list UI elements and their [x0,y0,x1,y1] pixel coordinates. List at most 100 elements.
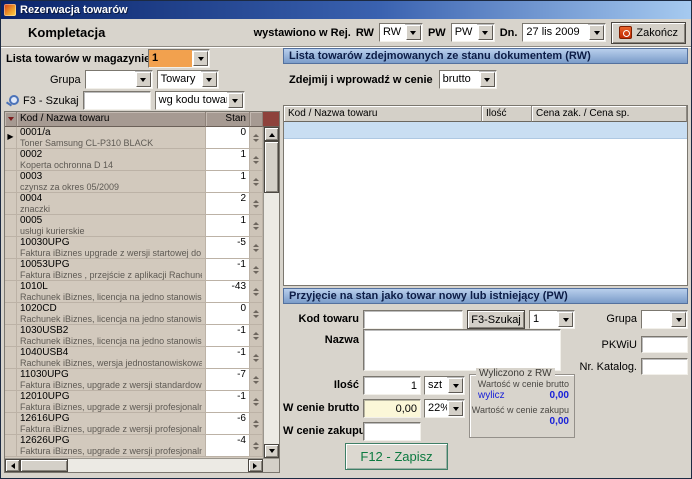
table-row[interactable]: 1010L Rachunek iBiznes, licencja na jedn… [5,281,263,303]
table-row[interactable]: 11030UPG Faktura iBiznes, upgrade z wers… [5,369,263,391]
product-cell[interactable]: 0002 Koperta ochronna D 14 [17,149,206,171]
warehouse-select[interactable]: 1 [148,49,210,68]
purchase-price-input[interactable] [363,422,421,441]
table-row[interactable]: 0005 usługi kurierskie 1 [5,215,263,237]
pw-group-select[interactable] [641,310,688,329]
row-spinner[interactable] [250,303,263,325]
quit-button[interactable]: Zakończ [611,22,686,44]
pw-register-select[interactable]: PW [451,23,495,42]
chevron-down-icon[interactable] [671,312,686,327]
row-spinner[interactable] [250,325,263,347]
sort-indicator-cell[interactable] [5,112,17,127]
scroll-up-button[interactable] [264,127,279,141]
row-spinner[interactable] [250,149,263,171]
gross-price-input[interactable] [363,399,421,418]
product-cell[interactable]: 11030UPG Faktura iBiznes, upgrade z wers… [17,369,206,391]
product-cell[interactable]: 10053UPG Faktura iBiznes , przejście z a… [17,259,206,281]
scroll-down-button[interactable] [264,444,279,458]
row-spinner[interactable] [250,259,263,281]
name-textarea[interactable] [363,329,561,371]
row-spinner[interactable] [250,281,263,303]
chevron-down-icon[interactable] [228,93,243,108]
column-header-stock[interactable]: Stan [206,112,250,127]
product-cell[interactable]: 0005 usługi kurierskie [17,215,206,237]
product-cell[interactable]: 12626UPG Faktura iBiznes, upgrade z wers… [17,435,206,457]
product-cell[interactable]: 10030UPG Faktura iBiznes upgrade z wersj… [17,237,206,259]
search-mode-select[interactable]: wg kodu towaru [155,91,245,110]
chevron-down-icon[interactable] [202,72,217,87]
horizontal-scrollbar[interactable] [5,458,279,472]
category-select[interactable]: Towary [157,70,219,89]
vat-select[interactable]: 22% [424,399,465,418]
product-cell[interactable]: 12010UPG Faktura iBiznes, upgrade z wers… [17,391,206,413]
save-button[interactable]: F12 - Zapisz [345,443,448,470]
chevron-down-icon[interactable] [406,25,421,40]
chevron-down-icon[interactable] [193,51,208,66]
table-row[interactable]: 12626UPG Faktura iBiznes, upgrade z wers… [5,435,263,457]
table-row[interactable]: 0004 znaczki 2 [5,193,263,215]
scroll-right-button[interactable] [248,459,263,472]
price-mode-select[interactable]: brutto [439,70,497,89]
vertical-scrollbar[interactable] [263,127,279,458]
group-select[interactable] [85,70,153,89]
table-row[interactable]: 10053UPG Faktura iBiznes , przejście z a… [5,259,263,281]
table-row[interactable]: 1040USB4 Rachunek iBiznes, wersja jednos… [5,347,263,369]
chevron-down-icon[interactable] [478,25,493,40]
scrollbar-thumb[interactable] [20,459,68,472]
table-row[interactable]: 10030UPG Faktura iBiznes upgrade z wersj… [5,237,263,259]
row-spinner[interactable] [250,347,263,369]
row-spinner[interactable] [250,391,263,413]
date-select[interactable]: 27 lis 2009 [522,23,606,42]
chevron-down-icon[interactable] [480,72,495,87]
row-spinner[interactable] [250,127,263,149]
scrollbar-track[interactable] [68,459,248,472]
table-row[interactable]: ▶ 0001/a Toner Samsung CL-P310 BLACK 0 [5,127,263,149]
row-spinner[interactable] [250,435,263,457]
catalog-input[interactable] [641,358,688,375]
unit-select[interactable]: szt [424,376,465,395]
chevron-down-icon[interactable] [558,312,573,327]
product-cell[interactable]: 1020CD Rachunek iBiznes, licencja na jed… [17,303,206,325]
row-spinner[interactable] [250,237,263,259]
code-input[interactable] [363,310,463,329]
table-row[interactable]: 1030USB2 Rachunek iBiznes, licencja na j… [5,325,263,347]
qty-input[interactable] [363,376,421,395]
row-spinner[interactable] [250,413,263,435]
table-row[interactable]: 12616UPG Faktura iBiznes, upgrade z wers… [5,413,263,435]
product-cell[interactable]: 1040USB4 Rachunek iBiznes, wersja jednos… [17,347,206,369]
chevron-down-icon[interactable] [136,72,151,87]
title-bar[interactable]: Rezerwacja towarów [1,1,691,19]
rw-column-header-qty[interactable]: Ilość [482,106,532,122]
table-row[interactable]: 0002 Koperta ochronna D 14 1 [5,149,263,171]
product-cell[interactable]: 1030USB2 Rachunek iBiznes, licencja na j… [17,325,206,347]
row-spinner[interactable] [250,369,263,391]
rw-selected-row[interactable] [284,122,687,139]
row-spinner[interactable] [250,193,263,215]
product-cell[interactable]: 12616UPG Faktura iBiznes, upgrade z wers… [17,413,206,435]
pkwiu-input[interactable] [641,336,688,353]
table-row[interactable]: 12010UPG Faktura iBiznes, upgrade z wers… [5,391,263,413]
rw-column-header-name[interactable]: Kod / Nazwa towaru [284,106,482,122]
calculate-link[interactable]: wylicz [478,390,505,401]
chevron-down-icon[interactable] [589,25,604,40]
product-cell[interactable]: 0001/a Toner Samsung CL-P310 BLACK [17,127,206,149]
table-row[interactable]: 1020CD Rachunek iBiznes, licencja na jed… [5,303,263,325]
column-header-name[interactable]: Kod / Nazwa towaru [17,112,206,127]
scrollbar-thumb[interactable] [264,141,279,193]
row-spinner[interactable] [250,171,263,193]
chevron-down-icon[interactable] [448,378,463,393]
rw-column-header-price[interactable]: Cena zak. / Cena sp. [532,106,687,122]
product-cell[interactable]: 0004 znaczki [17,193,206,215]
table-row[interactable]: 0003 czynsz za okres 05/2009 1 [5,171,263,193]
rw-register-select[interactable]: RW [379,23,423,42]
product-cell[interactable]: 0003 czynsz za okres 05/2009 [17,171,206,193]
chevron-down-icon[interactable] [448,401,463,416]
row-spinner[interactable] [250,215,263,237]
f3-search-button[interactable]: F3-Szukaj [467,310,525,329]
search-input[interactable] [83,91,151,110]
product-cell[interactable]: 1010L Rachunek iBiznes, licencja na jedn… [17,281,206,303]
product-stock: -1 [206,391,250,413]
unit-count-select[interactable]: 1 [529,310,575,329]
scrollbar-track[interactable] [264,193,279,444]
scroll-left-button[interactable] [5,459,20,472]
